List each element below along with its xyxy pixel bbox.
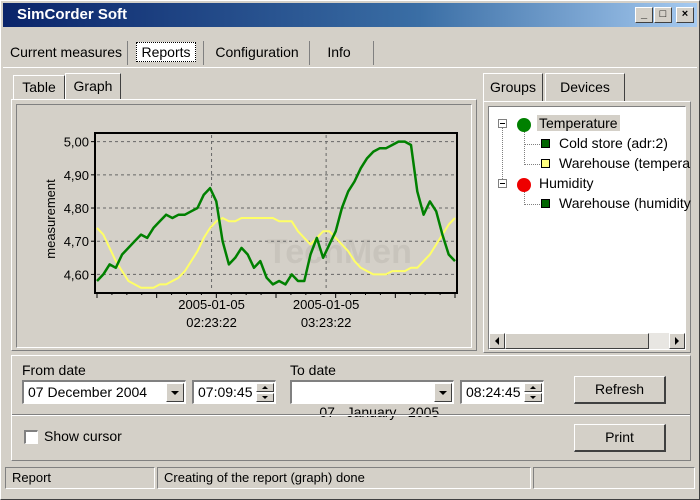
print-button[interactable]: Print [574,424,666,452]
x-axis-ticks: 2005-01-05 02:23:22 2005-01-05 03:23:22 [96,293,456,330]
arrow-left-icon [495,337,499,345]
controls-panel: From date 07 December 2004 07:09:45 To d… [11,355,691,461]
arrow-right-shape [675,337,679,345]
scroll-left-button[interactable] [489,333,505,349]
to-time-spinner[interactable] [524,383,542,402]
y-axis-ticks: 5,00 4,90 4,80 4,70 4,60 [64,135,96,282]
tree-line [524,191,525,205]
series-color-icon [541,199,550,208]
refresh-button[interactable]: Refresh [574,376,666,404]
show-cursor-checkbox[interactable] [24,430,38,444]
from-time-spinner[interactable] [256,383,274,402]
tab-separator [203,41,204,65]
line-chart: TechMen 5,00 4,90 4,80 4,70 4,60 2005-01-05 0… [43,132,458,330]
tree-line [524,164,540,165]
status-message: Creating of the report (graph) done [157,467,531,489]
tree-node-temperature[interactable]: Temperature [537,115,620,131]
tab-row-divider [3,67,697,68]
arrow-right-icon [675,337,679,345]
from-date-label: From date [22,362,86,378]
temperature-status-dot [517,118,531,132]
temperature-status-icon [517,118,531,132]
horizontal-scrollbar[interactable] [489,333,685,349]
tree-node-warehouse-temperature[interactable]: Warehouse (tempera [559,155,690,171]
tab-separator [373,41,374,65]
maximize-button[interactable]: □ [654,7,672,23]
tab-devices[interactable]: Devices [545,73,625,101]
window-title: SimCorder Soft [17,6,128,23]
tree-node-humidity[interactable]: Humidity [539,175,593,191]
tree-node-warehouse-humidity[interactable]: Warehouse (humidity [559,195,691,211]
y-axis-label: measurement [43,179,58,259]
spin-down-icon[interactable] [524,393,542,402]
y-tick-label: 4,90 [64,168,89,183]
x-tick-date: 2005-01-05 [293,297,360,312]
graph-area: TechMen 5,00 4,90 4,80 4,70 4,60 2005-01-05 0… [16,104,472,348]
spin-up-icon[interactable] [524,383,542,392]
close-button[interactable]: × [676,7,694,23]
groups-tree[interactable]: Temperature Cold store (adr:2) Warehouse… [488,106,691,350]
arrow-left-shape [495,337,499,345]
title-bar[interactable]: SimCorder Soft _ □ × [3,3,697,27]
minimize-icon: _ [640,8,648,20]
tab-info[interactable]: Info [313,39,365,67]
x-tick-time: 03:23:22 [301,315,352,330]
humidity-status-dot [517,178,531,192]
tree-line [524,131,525,165]
humidity-status-icon [517,178,531,192]
tree-line [502,123,503,185]
x-tick-date: 2005-01-05 [178,297,245,312]
series-color-icon [541,139,550,148]
to-date-label: To date [290,362,336,378]
watermark: TechMen [267,233,412,271]
collapse-temperature-icon[interactable] [498,119,507,128]
y-tick-label: 5,00 [64,135,89,150]
status-extra [533,467,695,489]
collapse-humidity-icon[interactable] [498,179,507,188]
maximize-icon: □ [659,8,667,20]
y-tick-label: 4,60 [64,267,89,282]
graph-panel: TechMen 5,00 4,90 4,80 4,70 4,60 2005-01-05 0… [11,99,477,351]
x-tick-time: 02:23:22 [186,315,237,330]
scroll-thumb[interactable] [505,333,649,349]
y-tick-label: 4,70 [64,234,89,249]
show-cursor-label: Show cursor [44,428,122,444]
from-time-input[interactable]: 07:09:45 [192,380,276,404]
to-time-input[interactable]: 08:24:45 [460,380,544,404]
tree-line [524,204,540,205]
status-report: Report [5,467,155,489]
spin-down-icon[interactable] [256,393,274,402]
tab-separator [127,41,128,65]
tab-separator [309,41,310,65]
panel-divider [12,415,690,416]
tree-line [524,144,540,145]
y-tick-label: 4,80 [64,201,89,216]
minimize-button[interactable]: _ [635,7,653,23]
from-date-dropdown-icon[interactable] [166,383,184,402]
tab-current-measures[interactable]: Current measures [5,39,127,67]
to-date-dropdown-icon[interactable] [434,383,452,402]
app-window: SimCorder Soft _ □ × Current measures Re… [0,0,700,500]
series-color-icon [541,159,550,168]
scroll-right-button[interactable] [669,333,685,349]
tab-reports[interactable]: Reports [131,39,201,67]
spin-up-icon[interactable] [256,383,274,392]
to-date-select[interactable]: 07 January 2005 [290,380,454,420]
groups-panel: Temperature Cold store (adr:2) Warehouse… [483,101,691,353]
tree-node-cold-store[interactable]: Cold store (adr:2) [559,135,668,151]
subtab-graph[interactable]: Graph [65,73,121,99]
tab-configuration[interactable]: Configuration [207,39,307,67]
subtab-table[interactable]: Table [13,75,65,99]
close-icon: × [681,8,689,20]
tab-groups[interactable]: Groups [483,73,543,101]
from-date-select[interactable]: 07 December 2004 [22,380,186,404]
